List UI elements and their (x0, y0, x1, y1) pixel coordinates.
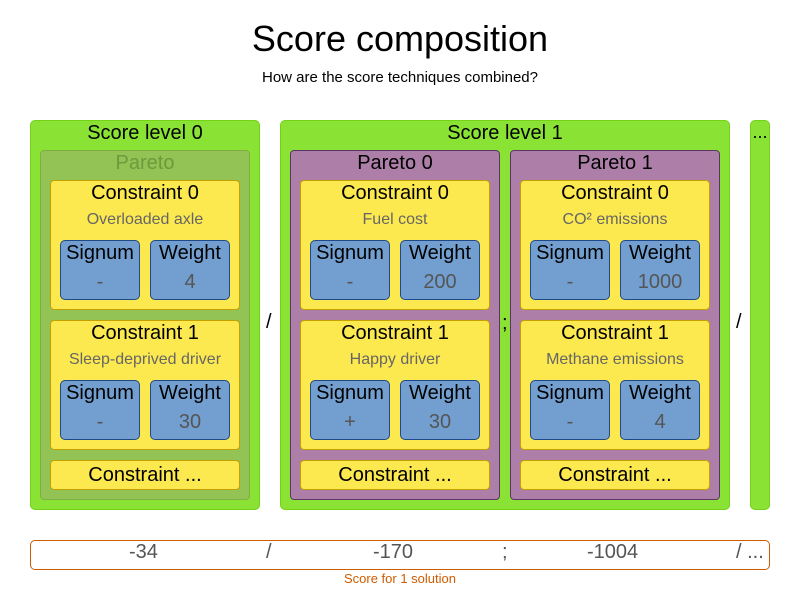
constraint-description: Overloaded axle (86, 211, 204, 228)
weight-value: 30 (178, 411, 202, 433)
signum-value: + (344, 411, 356, 433)
weight-label: Weight (629, 242, 691, 264)
score-level-more: ... (750, 120, 770, 510)
score-value-level-1-pareto-0: -170 (373, 541, 414, 563)
signum-value: - (96, 271, 104, 293)
signum-box: Signum - (530, 240, 610, 300)
score-level-0: Score level 0 Pareto Constraint 0 Overlo… (30, 120, 260, 510)
score-separator: / (266, 541, 272, 563)
weight-label: Weight (159, 242, 221, 264)
constraint-card: Constraint 0 CO² emissions Signum - Weig… (520, 180, 710, 310)
signum-box: Signum - (530, 380, 610, 440)
pareto-title: Pareto 0 (357, 152, 433, 174)
page-title: Score composition (251, 18, 549, 59)
signum-label: Signum (536, 382, 604, 404)
score-value-level-1-pareto-1: -1004 (587, 541, 639, 563)
pareto-group: Pareto Constraint 0 Overloaded axle Sign… (40, 150, 250, 500)
score-separator: ; (502, 541, 508, 563)
weight-value: 30 (428, 411, 452, 433)
constraint-title: Constraint 1 (341, 322, 449, 344)
constraint-card: Constraint 1 Happy driver Signum + Weigh… (300, 320, 490, 450)
score-value-level-0: -34 (129, 541, 158, 563)
signum-value: - (96, 411, 104, 433)
weight-label: Weight (629, 382, 691, 404)
pareto-title: Pareto (115, 152, 175, 174)
constraint-more: Constraint ... (50, 460, 240, 490)
weight-value: 200 (423, 271, 457, 293)
signum-label: Signum (316, 242, 384, 264)
score-separator: / ... (736, 541, 764, 563)
level-separator: / (266, 311, 272, 333)
weight-label: Weight (409, 242, 471, 264)
signum-label: Signum (66, 242, 134, 264)
score-level-title: Score level 1 (447, 122, 563, 144)
pareto-group: Pareto 0 Constraint 0 Fuel cost Signum -… (290, 150, 500, 500)
constraint-description: CO² emissions (562, 211, 668, 228)
constraint-description: Happy driver (349, 351, 441, 368)
weight-label: Weight (159, 382, 221, 404)
weight-value: 4 (184, 271, 196, 293)
pareto-title: Pareto 1 (577, 152, 653, 174)
weight-box: Weight 4 (150, 240, 230, 300)
pareto-separator: ; (502, 312, 508, 334)
constraint-title: Constraint 0 (341, 182, 449, 204)
constraint-more: Constraint ... (520, 460, 710, 490)
constraint-card: Constraint 1 Sleep-deprived driver Signu… (50, 320, 240, 450)
constraint-title: Constraint 1 (561, 322, 669, 344)
weight-value: 1000 (637, 271, 683, 293)
page-subtitle: How are the score techniques combined? (262, 69, 538, 86)
signum-box: Signum + (310, 380, 390, 440)
score-level-title: Score level 0 (87, 122, 203, 144)
weight-box: Weight 200 (400, 240, 480, 300)
score-caption: Score for 1 solution (343, 571, 456, 586)
signum-label: Signum (536, 242, 604, 264)
signum-label: Signum (316, 382, 384, 404)
constraint-title: Constraint 1 (91, 322, 199, 344)
constraint-card: Constraint 0 Fuel cost Signum - Weight 2… (300, 180, 490, 310)
signum-box: Signum - (60, 380, 140, 440)
score-level-1: Score level 1 Pareto 0 Constraint 0 Fuel… (280, 120, 730, 510)
signum-value: - (566, 411, 574, 433)
signum-value: - (346, 271, 354, 293)
constraint-description: Fuel cost (362, 211, 428, 228)
score-level-title: ... (752, 122, 768, 142)
pareto-group: Pareto 1 Constraint 0 CO² emissions Sign… (510, 150, 720, 500)
signum-label: Signum (66, 382, 134, 404)
signum-box: Signum - (310, 240, 390, 300)
constraint-title: Constraint 0 (561, 182, 669, 204)
constraint-description: Methane emissions (546, 351, 684, 368)
weight-box: Weight 30 (150, 380, 230, 440)
signum-box: Signum - (60, 240, 140, 300)
weight-label: Weight (409, 382, 471, 404)
constraint-card: Constraint 0 Overloaded axle Signum - We… (50, 180, 240, 310)
weight-box: Weight 1000 (620, 240, 700, 300)
signum-value: - (566, 271, 574, 293)
constraint-description: Sleep-deprived driver (68, 351, 222, 368)
weight-box: Weight 30 (400, 380, 480, 440)
level-separator: / (736, 311, 742, 333)
weight-box: Weight 4 (620, 380, 700, 440)
weight-value: 4 (654, 411, 666, 433)
constraint-card: Constraint 1 Methane emissions Signum - … (520, 320, 710, 450)
constraint-more: Constraint ... (300, 460, 490, 490)
constraint-title: Constraint 0 (91, 182, 199, 204)
